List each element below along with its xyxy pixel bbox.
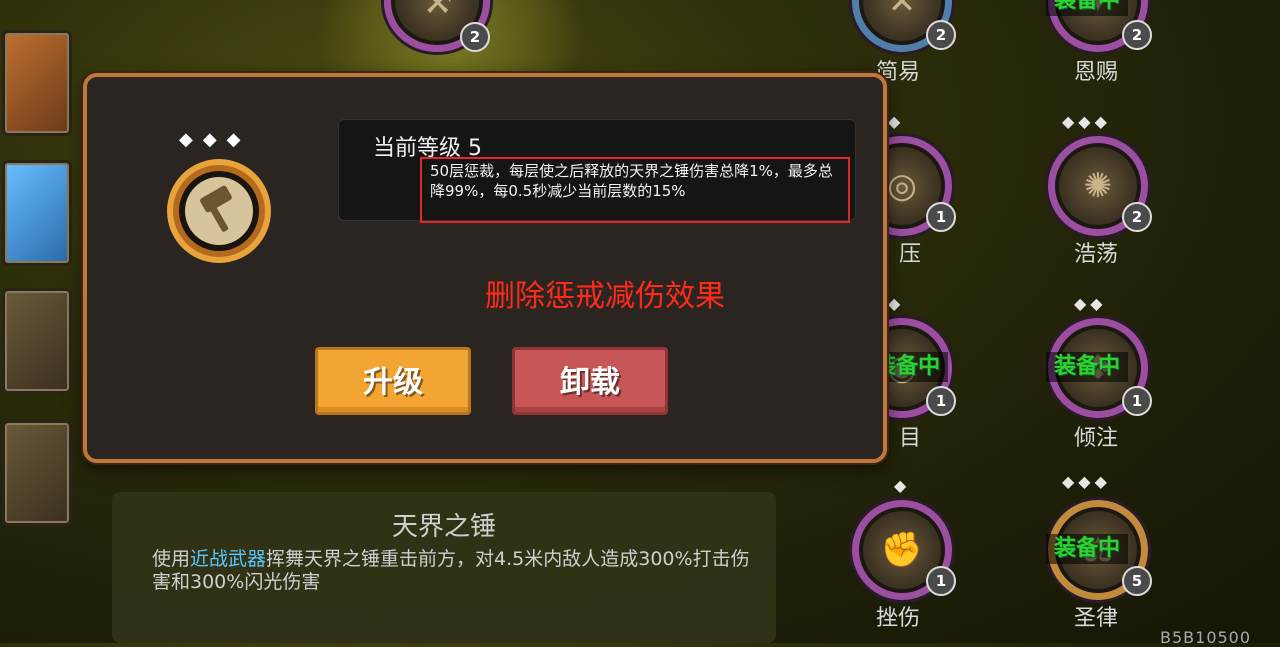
rank-dots: ◆◆ bbox=[1074, 294, 1107, 313]
level-badge: 5 bbox=[1122, 566, 1152, 596]
rank-dots: ◆◆◆ bbox=[1062, 112, 1111, 131]
level-badge: 2 bbox=[460, 22, 490, 52]
rank-dots: ◆ bbox=[888, 112, 905, 131]
skill-name: 倾注 bbox=[1073, 426, 1118, 451]
equipped-tag: 装备中 bbox=[1046, 0, 1129, 16]
level-badge: 2 bbox=[1122, 20, 1152, 50]
left-skill-card-4[interactable] bbox=[2, 420, 72, 526]
skill-name: 圣律 bbox=[1073, 606, 1118, 631]
skill-icon: ◎ bbox=[887, 166, 917, 206]
level-badge: 1 bbox=[926, 202, 956, 232]
skill-title: 天界之锤 bbox=[391, 512, 496, 542]
skill-description-panel: 天界之锤 使用近战武器挥舞天界之锤重击前方，对4.5米内敌人造成300%打击伤害… bbox=[112, 492, 776, 643]
left-skill-card-3[interactable] bbox=[2, 288, 72, 394]
rank-dots: ◆ bbox=[888, 294, 905, 313]
equipped-tag: 装备中 bbox=[1046, 352, 1129, 382]
level-badge: 1 bbox=[926, 386, 956, 416]
effect-desc-highlight-frame: 50层惩裁，每层使之后释放的天界之锤伤害总降1%，最多总降99%，每0.5秒减少… bbox=[420, 157, 850, 223]
skill-name: 恩赐 bbox=[1073, 60, 1118, 85]
skill-name: 浩荡 bbox=[1073, 242, 1118, 267]
skill-icon: ✊ bbox=[880, 530, 924, 570]
level-badge: 1 bbox=[926, 566, 956, 596]
skill-name: 挫伤 bbox=[875, 606, 920, 631]
skill-description: 使用近战武器挥舞天界之锤重击前方，对4.5米内敌人造成300%打击伤害和300%… bbox=[152, 548, 752, 594]
hammer-icon: ⚒ bbox=[421, 0, 453, 22]
corner-id-text: B5B10500 bbox=[1160, 628, 1252, 647]
skill-emblem-icon bbox=[167, 159, 271, 263]
left-skill-card-2[interactable] bbox=[2, 160, 72, 266]
rank-dots: ◆ bbox=[894, 476, 911, 495]
level-badge: 1 bbox=[1122, 386, 1152, 416]
skill-icon: ✕ bbox=[887, 0, 917, 22]
annotation-note: 删除惩戒减伤效果 bbox=[485, 279, 725, 314]
desc-prefix: 使用 bbox=[152, 548, 191, 570]
desc-highlight: 近战武器 bbox=[190, 548, 267, 570]
effect-description: 50层惩裁，每层使之后释放的天界之锤伤害总降1%，最多总降99%，每0.5秒减少… bbox=[430, 162, 833, 200]
left-skill-card-1[interactable] bbox=[2, 30, 72, 136]
upgrade-button[interactable]: 升级 bbox=[315, 347, 471, 415]
skill-icon: ✺ bbox=[1083, 166, 1113, 206]
unload-button[interactable]: 卸载 bbox=[512, 347, 668, 415]
level-badge: 2 bbox=[1122, 202, 1152, 232]
rank-dots: ◆◆◆ bbox=[179, 129, 251, 150]
equipped-tag: 装备中 bbox=[1046, 534, 1129, 564]
level-badge: 2 bbox=[926, 20, 956, 50]
skill-upgrade-modal: ◆◆◆ 当前等级 5 50层惩裁，每层使之后释放的天界之锤伤害总降1%，最多总降… bbox=[83, 73, 887, 463]
rank-dots: ◆◆◆ bbox=[1062, 472, 1111, 491]
